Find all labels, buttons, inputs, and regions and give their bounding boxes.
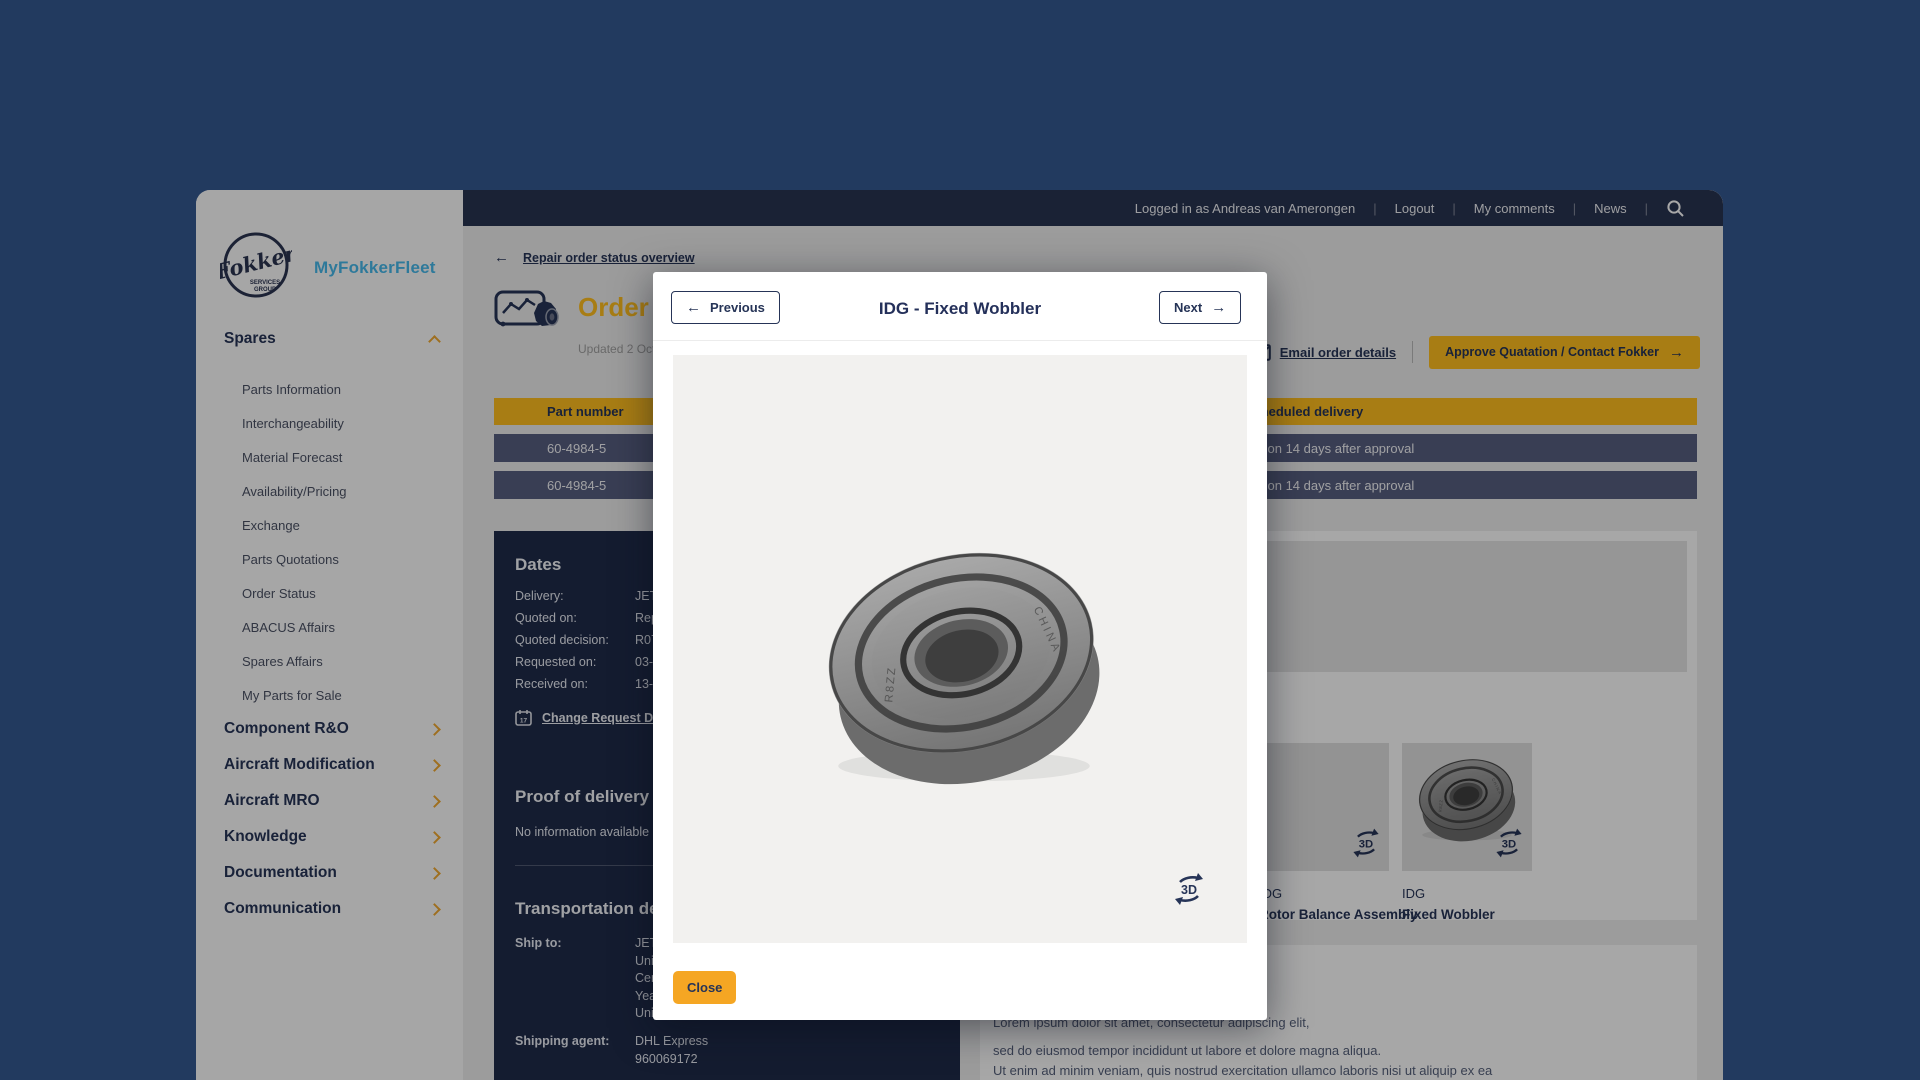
fokker-logo[interactable]: Fokker SERVICES GROUP — [220, 228, 292, 307]
my-comments-link[interactable]: My comments — [1474, 201, 1555, 216]
shipping-agent-row: Shipping agent: DHL Express 960069172 — [515, 1033, 708, 1068]
arrow-left-icon: ← — [494, 250, 509, 265]
sidebar-item-interchangeability[interactable]: Interchangeability — [242, 416, 347, 431]
chevron-right-icon — [428, 759, 441, 772]
change-request-date-link[interactable]: 17 Change Request Date — [515, 709, 671, 726]
screen: Fokker SERVICES GROUP MyFokkerFleet Spar… — [0, 0, 1920, 1080]
topbar: Logged in as Andreas van Amerongen | Log… — [463, 190, 1723, 226]
description-text: Lorem ipsum dolor sit amet, consectetur … — [993, 1013, 1492, 1080]
close-button[interactable]: Close — [673, 971, 736, 1004]
sidebar-item-documentation[interactable]: Documentation — [224, 864, 439, 882]
sidebar-item-knowledge[interactable]: Knowledge — [224, 828, 439, 846]
email-order-details-link[interactable]: Email order details — [1249, 344, 1396, 361]
sidebar: Fokker SERVICES GROUP MyFokkerFleet Spar… — [196, 190, 463, 1080]
chevron-right-icon — [428, 903, 441, 916]
logged-in-user: Logged in as Andreas van Amerongen — [1135, 201, 1355, 216]
sidebar-item-my-parts-for-sale[interactable]: My Parts for Sale — [242, 688, 347, 703]
next-button[interactable]: Next → — [1159, 291, 1241, 324]
app-title: MyFokkerFleet — [314, 258, 436, 278]
chevron-up-icon — [428, 335, 441, 348]
chevron-right-icon — [428, 867, 441, 880]
arrow-right-icon: → — [1669, 345, 1684, 360]
breadcrumb[interactable]: ← Repair order status overview — [494, 250, 695, 265]
sidebar-item-component-ro[interactable]: Component R&O — [224, 720, 439, 738]
sidebar-item-availability-pricing[interactable]: Availability/Pricing — [242, 484, 347, 499]
svg-text:GROUP: GROUP — [254, 287, 276, 293]
sidebar-item-parts-quotations[interactable]: Parts Quotations — [242, 552, 347, 567]
sidebar-item-aircraft-modification[interactable]: Aircraft Modification — [224, 756, 439, 774]
rotate-3d-icon[interactable] — [1169, 868, 1209, 915]
chevron-right-icon — [428, 831, 441, 844]
approve-quotation-button[interactable]: Approve Quatation / Contact Fokker → — [1429, 336, 1700, 369]
sidebar-item-parts-information[interactable]: Parts Information — [242, 382, 347, 397]
search-icon[interactable] — [1666, 199, 1685, 218]
sidebar-item-aircraft-mro[interactable]: Aircraft MRO — [224, 792, 439, 810]
chevron-right-icon — [428, 795, 441, 808]
dates-title: Dates — [515, 555, 561, 575]
sidebar-item-order-status[interactable]: Order Status — [242, 586, 347, 601]
sidebar-submenu-spares: Parts Information Interchangeability Mat… — [242, 382, 347, 703]
rotate-3d-icon[interactable] — [1348, 824, 1384, 867]
proof-empty-text: No information available — [515, 825, 649, 839]
ship-to-row: Ship to: JET Unit Cem Yea Unit — [515, 935, 661, 1023]
order-details-icon — [494, 286, 566, 339]
rotate-3d-icon[interactable] — [1491, 824, 1527, 867]
sidebar-item-material-forecast[interactable]: Material Forecast — [242, 450, 347, 465]
part-image-area — [673, 355, 1247, 943]
sidebar-item-communication[interactable]: Communication — [224, 900, 439, 918]
sidebar-item-abacus-affairs[interactable]: ABACUS Affairs — [242, 620, 347, 635]
bearing-image — [809, 531, 1119, 799]
part-viewer-modal: ← Previous IDG - Fixed Wobbler Next → Cl… — [653, 272, 1267, 1020]
sidebar-item-exchange[interactable]: Exchange — [242, 518, 347, 533]
calendar-icon: 17 — [515, 709, 532, 726]
thumbnail-rotor-balance-assembly[interactable] — [1259, 743, 1389, 871]
order-actions: Email order details Approve Quatation / … — [1249, 334, 1700, 370]
thumbnail-label: IDG Fixed Wobbler — [1402, 886, 1495, 922]
divider — [653, 340, 1267, 341]
arrow-right-icon: → — [1211, 300, 1226, 315]
svg-text:SERVICES: SERVICES — [250, 280, 280, 286]
thumbnail-fixed-wobbler[interactable] — [1402, 743, 1532, 871]
chevron-right-icon — [428, 723, 441, 736]
sidebar-item-spares[interactable]: Spares — [224, 330, 439, 348]
news-link[interactable]: News — [1594, 201, 1627, 216]
svg-text:17: 17 — [520, 718, 528, 725]
thumbnail-label: IDG Rotor Balance Assembly — [1259, 886, 1418, 922]
sidebar-item-spares-affairs[interactable]: Spares Affairs — [242, 654, 347, 669]
dates-fields: Delivery:JET Quoted on:Rep Quoted decisi… — [515, 588, 661, 694]
logout-link[interactable]: Logout — [1395, 201, 1435, 216]
